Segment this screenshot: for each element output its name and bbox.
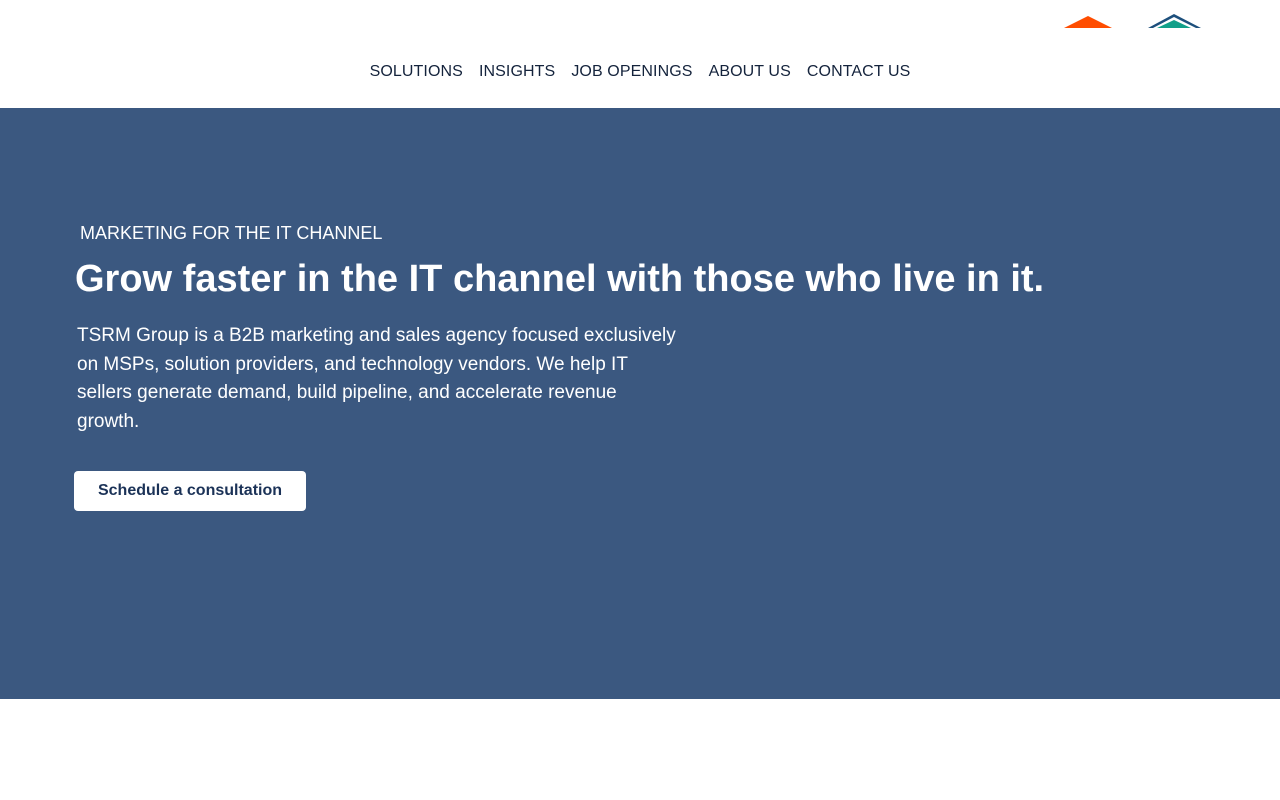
schedule-consultation-button[interactable]: Schedule a consultation xyxy=(74,471,306,511)
nav-item-contact-us[interactable]: CONTACT US xyxy=(799,62,919,82)
nav-item-solutions[interactable]: SOLUTIONS xyxy=(362,62,471,82)
site-header: SOLUTIONS INSIGHTS JOB OPENINGS ABOUT US… xyxy=(0,0,1280,108)
hero-headline: Grow faster in the IT channel with those… xyxy=(75,258,1045,300)
nav-item-insights[interactable]: INSIGHTS xyxy=(471,62,563,82)
hero-eyebrow: MARKETING FOR THE IT CHANNEL xyxy=(80,223,383,243)
nav-item-about-us[interactable]: ABOUT US xyxy=(701,62,799,82)
hero-section: MARKETING FOR THE IT CHANNEL Grow faster… xyxy=(0,108,1280,699)
nav-item-job-openings[interactable]: JOB OPENINGS xyxy=(563,62,700,82)
hero-description: TSRM Group is a B2B marketing and sales … xyxy=(77,325,676,432)
teal-roof-icon xyxy=(1148,14,1201,28)
main-nav: SOLUTIONS INSIGHTS JOB OPENINGS ABOUT US… xyxy=(0,62,1280,82)
orange-roof-icon xyxy=(1064,16,1112,28)
brand-logo[interactable] xyxy=(1060,14,1210,30)
